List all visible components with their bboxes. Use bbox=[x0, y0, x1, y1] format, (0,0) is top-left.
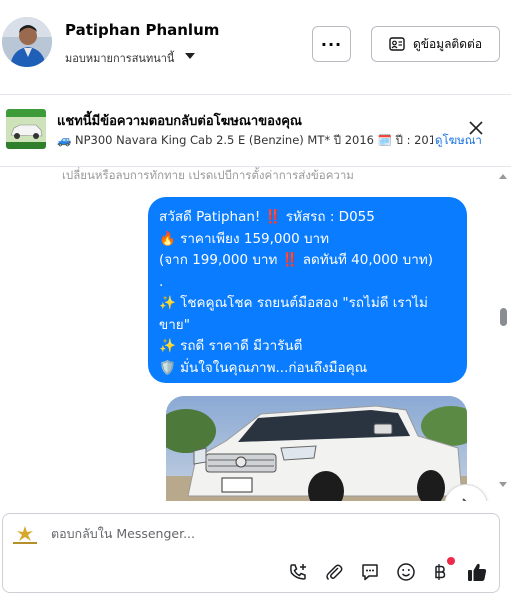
phone-add-icon bbox=[290, 564, 306, 580]
saved-replies-button[interactable] bbox=[359, 561, 381, 583]
chevron-right-icon bbox=[462, 498, 467, 501]
previous-message-preview: เปลี่ยนหรือลบการทักทาย เปรดเปบีการตั้งค่… bbox=[62, 168, 354, 182]
baht-icon bbox=[435, 564, 446, 580]
call-button[interactable] bbox=[287, 561, 309, 583]
caret-down-icon[interactable] bbox=[185, 53, 195, 59]
message-line: ✨ รถดี ราคาดี มีวารันตี bbox=[159, 338, 303, 354]
more-options-button[interactable]: ··· bbox=[312, 26, 351, 62]
ad-thumbnail[interactable] bbox=[6, 109, 46, 149]
view-contact-info-button[interactable]: ดูข้อมูลติดต่อ bbox=[371, 26, 500, 62]
scrollbar-thumb[interactable] bbox=[500, 308, 507, 326]
message-line: 🛡️ มั่นใจในคุณภาพ...ก่อนถึงมือคุณ bbox=[159, 359, 368, 376]
message-line: ✨ โชคคูณโชค รถยนต์มือสอง "รถไม่ดี เราไม่… bbox=[159, 295, 428, 333]
scroll-up-arrow[interactable] bbox=[499, 174, 507, 179]
outgoing-message-bubble[interactable]: สวัสดี Patiphan! ‼️ รหัสรถ : D055 🔥 ราคา… bbox=[148, 197, 467, 383]
chat-bubble-icon bbox=[362, 564, 378, 581]
reply-composer bbox=[2, 513, 500, 593]
paperclip-icon bbox=[326, 564, 343, 581]
assign-conversation-label[interactable]: มอบหมายการสนทนานี้ bbox=[65, 49, 174, 67]
forward-message-button[interactable] bbox=[444, 484, 488, 501]
ad-context-subtitle: 🚙 NP300 Navara King Cab 2.5 E (Benzine) … bbox=[57, 133, 433, 147]
contact-avatar[interactable] bbox=[2, 17, 52, 67]
ad-context-bar: แชทนี้มีข้อความตอบกลับต่อโฆษณาของคุณ 🚙 N… bbox=[0, 95, 511, 165]
ad-context-title: แชทนี้มีข้อความตอบกลับต่อโฆษณาของคุณ bbox=[57, 114, 302, 129]
attach-button[interactable] bbox=[323, 561, 345, 583]
like-button[interactable] bbox=[466, 561, 488, 583]
page-logo-icon bbox=[13, 526, 37, 544]
smiley-icon bbox=[397, 563, 415, 581]
contact-name: Patiphan Phanlum bbox=[65, 21, 220, 39]
conversation-header: Patiphan Phanlum มอบหมายการสนทนานี้ ··· … bbox=[0, 0, 511, 94]
payment-button[interactable] bbox=[429, 561, 451, 583]
view-contact-info-label: ดูข้อมูลติดต่อ bbox=[412, 36, 483, 51]
message-line: 🔥 ราคาเพียง 159,000 บาท bbox=[159, 230, 330, 247]
message-line: . bbox=[159, 273, 164, 290]
thumbs-up-icon bbox=[468, 563, 487, 581]
reply-input[interactable] bbox=[51, 526, 351, 541]
contact-card-icon bbox=[389, 37, 405, 51]
message-line: สวัสดี Patiphan! ‼️ รหัสรถ : D055 bbox=[159, 209, 375, 225]
car-photo-attachment[interactable] bbox=[166, 396, 467, 501]
notification-dot bbox=[447, 557, 455, 565]
scroll-down-arrow[interactable] bbox=[499, 482, 507, 487]
emoji-button[interactable] bbox=[395, 561, 417, 583]
message-thread: เปลี่ยนหรือลบการทักทาย เปรดเปบีการตั้งค่… bbox=[0, 167, 511, 501]
message-line: (จาก 199,000 บาท ‼️ ลดทันที 40,000 บาท) bbox=[159, 252, 433, 268]
close-icon[interactable] bbox=[468, 120, 484, 136]
